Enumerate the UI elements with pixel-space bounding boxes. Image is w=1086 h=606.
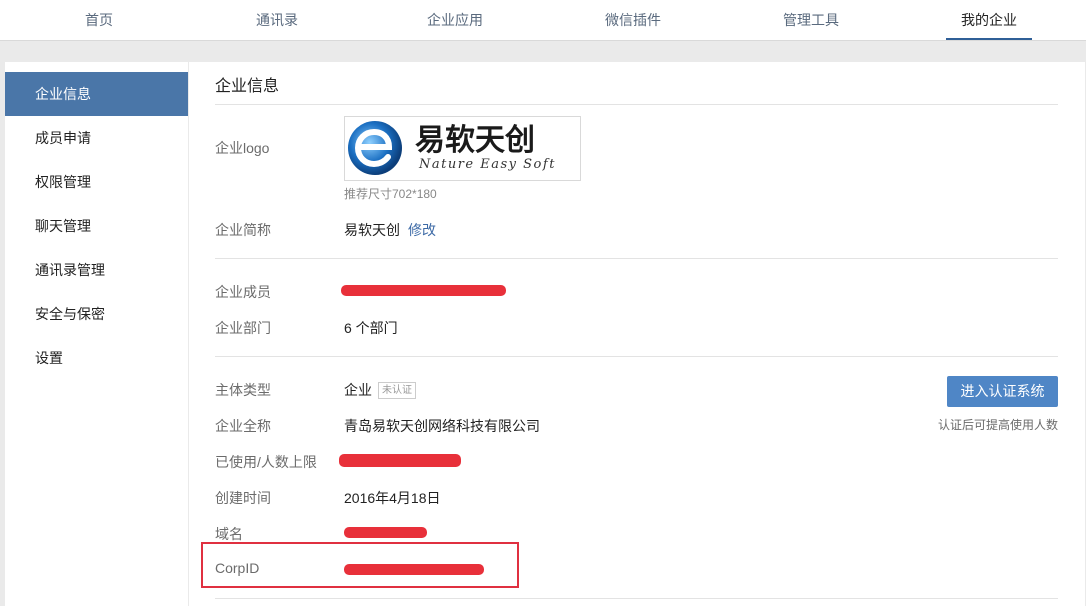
tab-wechat-plugins[interactable]: 微信插件 bbox=[590, 0, 676, 40]
domain-label: 域名 bbox=[215, 526, 243, 542]
logo-image: 易软天创 Nature Easy Soft bbox=[348, 121, 556, 175]
entity-type-value: 企业 bbox=[344, 382, 372, 398]
short-name-value: 易软天创 bbox=[344, 222, 400, 238]
full-name-value: 青岛易软天创网络科技有限公司 bbox=[344, 418, 540, 434]
members-label: 企业成员 bbox=[215, 284, 271, 300]
enterprise-logo[interactable]: 易软天创 Nature Easy Soft bbox=[344, 116, 581, 181]
sidebar-item-settings[interactable]: 设置 bbox=[5, 336, 188, 380]
departments-value: 6 个部门 bbox=[344, 320, 398, 336]
corpid-highlight-box bbox=[201, 542, 519, 588]
full-name-label: 企业全称 bbox=[215, 418, 271, 434]
sidebar-item-chat-management[interactable]: 聊天管理 bbox=[5, 204, 188, 248]
created-value: 2016年4月18日 bbox=[344, 490, 441, 506]
sidebar-item-permissions[interactable]: 权限管理 bbox=[5, 160, 188, 204]
top-nav: 首页 通讯录 企业应用 微信插件 管理工具 我的企业 bbox=[0, 0, 1086, 41]
sidebar-item-contacts-management[interactable]: 通讯录管理 bbox=[5, 248, 188, 292]
tab-management-tools[interactable]: 管理工具 bbox=[768, 0, 854, 40]
sidebar-item-enterprise-info[interactable]: 企业信息 bbox=[5, 72, 188, 116]
enter-verification-button[interactable]: 进入认证系统 bbox=[947, 376, 1058, 407]
main-panel: 企业信息 企业logo 易软天创 Nature Easy Soft 推荐尺寸70… bbox=[189, 62, 1085, 606]
sidebar-item-security[interactable]: 安全与保密 bbox=[5, 292, 188, 336]
tab-my-enterprise[interactable]: 我的企业 bbox=[946, 0, 1032, 40]
short-name-value-row: 易软天创 修改 bbox=[344, 220, 436, 240]
tab-contacts[interactable]: 通讯录 bbox=[240, 0, 314, 40]
divider bbox=[215, 258, 1058, 259]
divider bbox=[215, 598, 1058, 599]
sidebar-item-member-applications[interactable]: 成员申请 bbox=[5, 116, 188, 160]
usage-label: 已使用/人数上限 bbox=[215, 454, 317, 470]
page-title: 企业信息 bbox=[215, 78, 280, 95]
redaction-mark bbox=[344, 527, 427, 538]
divider bbox=[215, 356, 1058, 357]
verification-hint: 认证后可提高使用人数 bbox=[937, 418, 1058, 432]
entity-type-label: 主体类型 bbox=[215, 382, 271, 398]
tab-enterprise-apps[interactable]: 企业应用 bbox=[412, 0, 498, 40]
divider bbox=[215, 104, 1058, 105]
entity-type-value-row: 企业 未认证 bbox=[344, 380, 416, 400]
redaction-mark bbox=[341, 285, 506, 296]
created-label: 创建时间 bbox=[215, 490, 271, 506]
svg-text:Nature Easy Soft: Nature Easy Soft bbox=[418, 157, 556, 172]
tab-home[interactable]: 首页 bbox=[62, 0, 136, 40]
redaction-mark bbox=[339, 454, 461, 467]
svg-text:易软天创: 易软天创 bbox=[415, 123, 535, 158]
unverified-badge: 未认证 bbox=[378, 382, 416, 399]
logo-size-hint: 推荐尺寸702*180 bbox=[344, 187, 437, 201]
edit-short-name-link[interactable]: 修改 bbox=[408, 222, 436, 238]
logo-label: 企业logo bbox=[215, 140, 270, 156]
departments-label: 企业部门 bbox=[215, 320, 271, 336]
short-name-label: 企业简称 bbox=[215, 222, 271, 238]
